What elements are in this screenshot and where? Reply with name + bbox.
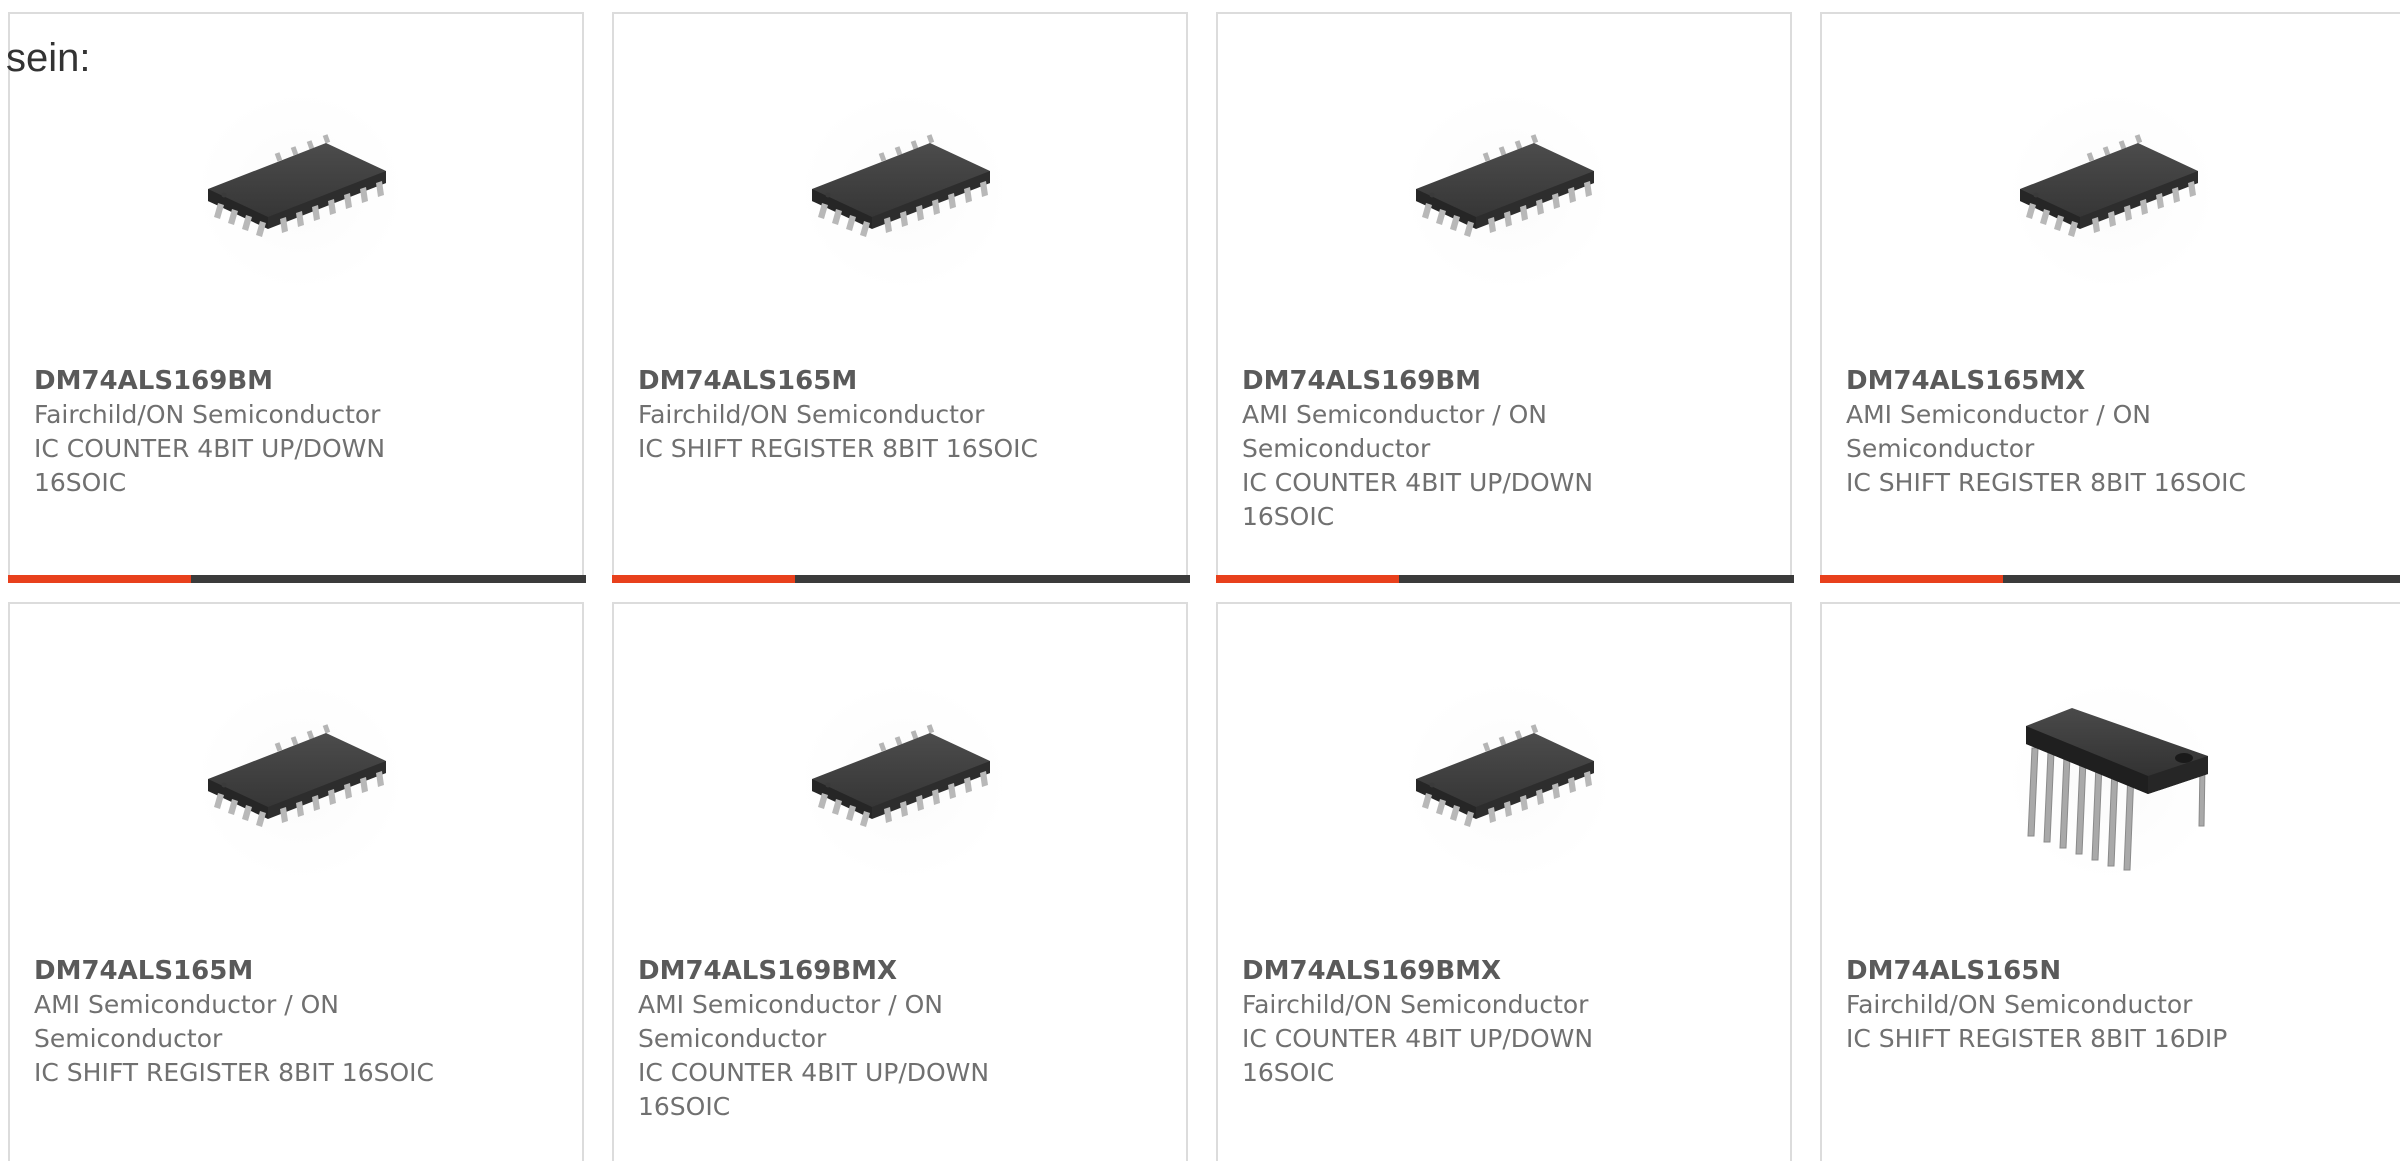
- description: IC SHIFT REGISTER 8BIT 16SOIC: [1846, 468, 2246, 497]
- description: IC COUNTER 4BIT UP/DOWN 16SOIC: [638, 1058, 990, 1121]
- card-bottom-bar: [1820, 575, 2400, 583]
- description: IC COUNTER 4BIT UP/DOWN 16SOIC: [1242, 1024, 1594, 1087]
- soic-chip-image: [1408, 686, 1608, 876]
- part-number-link[interactable]: DM74ALS169BMX: [638, 954, 1038, 988]
- manufacturer: AMI Semiconductor / ON Semiconductor: [1242, 400, 1547, 463]
- product-info: DM74ALS165MX AMI Semiconductor / ON Semi…: [1846, 364, 2246, 500]
- description: IC SHIFT REGISTER 8BIT 16DIP: [1846, 1024, 2228, 1053]
- soic-chip-image: [200, 686, 400, 876]
- manufacturer: Fairchild/ON Semiconductor: [1846, 990, 2193, 1019]
- product-card[interactable]: DM74ALS169BMX Fairchild/ON Semiconductor…: [1216, 602, 1792, 1161]
- card-bottom-bar: [8, 575, 586, 583]
- card-bottom-bar: [1216, 575, 1794, 583]
- card-accent-bar: [1820, 575, 2003, 583]
- product-card[interactable]: DM74ALS169BM Fairchild/ON Semiconductor …: [8, 12, 586, 583]
- manufacturer: AMI Semiconductor / ON Semiconductor: [1846, 400, 2151, 463]
- soic-chip-image: [804, 96, 1004, 286]
- product-info: DM74ALS169BM Fairchild/ON Semiconductor …: [34, 364, 434, 500]
- description: IC COUNTER 4BIT UP/DOWN 16SOIC: [1242, 468, 1594, 531]
- intro-text: sein:: [6, 36, 91, 80]
- part-number-link[interactable]: DM74ALS165N: [1846, 954, 2246, 988]
- card-accent-bar: [8, 575, 191, 583]
- part-number-link[interactable]: DM74ALS169BMX: [1242, 954, 1642, 988]
- product-card[interactable]: DM74ALS165N Fairchild/ON Semiconductor I…: [1820, 602, 2400, 1161]
- soic-chip-image: [804, 686, 1004, 876]
- soic-chip-image: [200, 96, 400, 286]
- product-card[interactable]: DM74ALS165M Fairchild/ON Semiconductor I…: [612, 12, 1190, 583]
- product-info: DM74ALS165M AMI Semiconductor / ON Semic…: [34, 954, 434, 1090]
- part-number-link[interactable]: DM74ALS165MX: [1846, 364, 2246, 398]
- manufacturer: Fairchild/ON Semiconductor: [1242, 990, 1589, 1019]
- manufacturer: Fairchild/ON Semiconductor: [34, 400, 381, 429]
- manufacturer: AMI Semiconductor / ON Semiconductor: [638, 990, 943, 1053]
- description: IC SHIFT REGISTER 8BIT 16SOIC: [34, 1058, 434, 1087]
- product-grid-page: sein: DM74ALS169BM Fairchild/ON Semicond…: [0, 0, 2400, 1161]
- soic-chip-image: [2012, 96, 2212, 286]
- dip-chip-image: [2012, 686, 2212, 876]
- product-info: DM74ALS169BMX AMI Semiconductor / ON Sem…: [638, 954, 1038, 1124]
- product-info: DM74ALS165M Fairchild/ON Semiconductor I…: [638, 364, 1038, 466]
- soic-chip-image: [1408, 96, 1608, 286]
- product-info: DM74ALS169BMX Fairchild/ON Semiconductor…: [1242, 954, 1642, 1090]
- product-info: DM74ALS165N Fairchild/ON Semiconductor I…: [1846, 954, 2246, 1056]
- part-number-link[interactable]: DM74ALS169BM: [1242, 364, 1642, 398]
- description: IC COUNTER 4BIT UP/DOWN 16SOIC: [34, 434, 386, 497]
- product-card[interactable]: DM74ALS169BM AMI Semiconductor / ON Semi…: [1216, 12, 1794, 583]
- card-bottom-bar: [612, 575, 1190, 583]
- manufacturer: AMI Semiconductor / ON Semiconductor: [34, 990, 339, 1053]
- description: IC SHIFT REGISTER 8BIT 16SOIC: [638, 434, 1038, 463]
- product-card[interactable]: DM74ALS169BMX AMI Semiconductor / ON Sem…: [612, 602, 1188, 1161]
- card-accent-bar: [1216, 575, 1399, 583]
- part-number-link[interactable]: DM74ALS169BM: [34, 364, 434, 398]
- part-number-link[interactable]: DM74ALS165M: [34, 954, 434, 988]
- card-accent-bar: [612, 575, 795, 583]
- product-card[interactable]: DM74ALS165M AMI Semiconductor / ON Semic…: [8, 602, 584, 1161]
- product-card[interactable]: DM74ALS165MX AMI Semiconductor / ON Semi…: [1820, 12, 2400, 583]
- product-info: DM74ALS169BM AMI Semiconductor / ON Semi…: [1242, 364, 1642, 534]
- part-number-link[interactable]: DM74ALS165M: [638, 364, 1038, 398]
- manufacturer: Fairchild/ON Semiconductor: [638, 400, 985, 429]
